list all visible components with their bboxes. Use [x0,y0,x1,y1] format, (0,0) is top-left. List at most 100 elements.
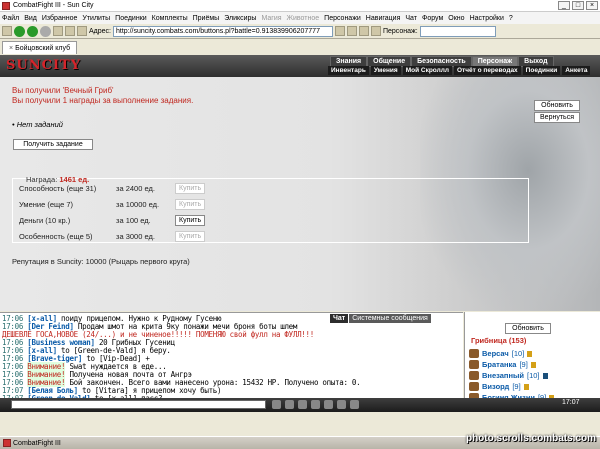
buy-button: Купить [175,199,205,210]
menu-item[interactable]: Эликсиры [224,15,256,22]
address-field[interactable]: http://suncity.combats.com/buttons.pl?ba… [112,25,333,37]
reward-row: Способность (еще 31) за 2400 ед. [19,184,155,193]
app-icon [2,1,10,10]
tools-icon[interactable] [65,26,75,36]
chat-tab[interactable]: Системные сообщения [349,314,431,323]
clan-badge-icon [542,372,548,379]
user-item[interactable]: Визорд [9] [469,381,554,392]
quest-panel: Вы получили 'Вечный Гриб' Вы получили 1 … [0,77,600,311]
sub-nav-item[interactable]: Отчёт о переводах [454,66,521,75]
window-controls: _ □ × [558,1,598,10]
menu-item[interactable]: Персонажи [324,15,361,22]
sub-nav-item[interactable]: Умения [370,66,401,75]
user-name: Визорд [482,382,510,391]
user-item[interactable]: Версач [10] [469,348,554,359]
reward-row-name: Способность (еще 31) [19,184,97,193]
menu-item[interactable]: Навигация [366,15,401,22]
tab-bar: × Бойцовский клуб [0,40,600,54]
menu-item[interactable]: Избранное [42,15,77,22]
menu-item[interactable]: Комплекты [152,15,188,22]
no-tasks-text: • Нет заданий [12,120,63,129]
window-title: CombatFight III - Sun City [13,2,94,9]
sub-nav-item[interactable]: Поединки [522,66,561,75]
app-window: CombatFight III - Sun City _ □ × Файл Вид… [0,0,600,449]
mail-icon[interactable] [370,26,381,36]
reward-line: Награда: 1461 ед. [26,175,89,184]
user-item[interactable]: Внезапный [10] [469,370,554,381]
title-bar: CombatFight III - Sun City _ □ × [0,0,600,12]
forward-icon[interactable] [27,25,38,37]
chat-tabs: Чат Системные сообщения [330,314,431,323]
filter-icon[interactable] [298,400,307,409]
scroll-icon[interactable] [337,400,346,409]
chat-tab[interactable]: Чат [330,314,349,323]
refresh-button[interactable]: Обновить [534,100,580,111]
close-tab-icon[interactable]: × [9,45,13,52]
tab-label: Бойцовский клуб [15,44,71,52]
reward-value: 1461 ед. [59,175,90,184]
menu-item[interactable]: Форум [422,15,443,22]
menu-item[interactable]: ? [509,15,513,22]
message-item-received: Вы получили 'Вечный Гриб' [12,86,114,95]
menu-item[interactable]: Файл [2,15,19,22]
chat-log[interactable]: 17:06 [x-all] поиду прицепом. Нужно к Ру… [0,312,463,399]
room-title: Грибница (153) [471,336,527,345]
user-name: Версач [482,349,509,358]
sub-nav-item[interactable]: Анкета [562,66,591,75]
user-level: [10] [511,349,525,358]
print-icon[interactable] [358,26,369,36]
bookmark-icon[interactable] [346,26,357,36]
menu-item[interactable]: Животное [287,15,320,22]
back-icon[interactable] [14,25,25,37]
buy-button: Купить [175,183,205,194]
settings-icon[interactable] [324,400,333,409]
message-reward-received: Вы получили 1 награды за выполнение зада… [12,96,194,105]
taskbar-app[interactable]: CombatFight III [3,439,61,447]
address-toolbar: Адрес: http://suncity.combats.com/button… [0,24,600,39]
menu-item[interactable]: Поединки [115,15,147,22]
close-button[interactable]: × [586,1,598,10]
home-icon[interactable] [2,26,12,36]
buy-button[interactable]: Купить [175,215,205,226]
character-field[interactable] [419,25,496,37]
sub-nav-item[interactable]: Инвентарь [328,66,369,75]
user-name: Братанка [482,360,517,369]
go-icon[interactable] [334,26,345,36]
menu-item[interactable]: Приёмы [193,15,220,22]
menu-item[interactable]: Вид [24,15,37,22]
watermark: photo.scrolls.combats.com [465,433,596,444]
user-level: [10] [527,371,540,380]
sound-icon[interactable] [311,400,320,409]
back-button[interactable]: Вернуться [534,112,580,123]
reward-row-name: Особенность (еще 5) [19,232,93,241]
menu-item[interactable]: Настройки [470,15,504,22]
clan-badge-icon [530,361,536,368]
user-level: [9] [519,360,528,369]
reward-row-price: за 10000 ед. [116,200,160,209]
sub-nav-item[interactable]: Мой Скроллл [402,66,452,75]
reward-row: Умение (еще 7) за 10000 ед. [19,200,159,209]
reward-row-name: Деньги (10 кр.) [19,216,71,225]
user-avatar-icon [469,371,479,380]
chat-input[interactable] [11,400,266,409]
user-item[interactable]: Братанка [9] [469,359,554,370]
tab-fight-club[interactable]: × Бойцовский клуб [2,41,78,54]
reward-row-name: Умение (еще 7) [19,200,74,209]
maximize-button[interactable]: □ [572,1,584,10]
smiley-icon[interactable] [272,400,281,409]
get-task-button[interactable]: Получить задание [13,139,93,150]
pencil-icon[interactable] [285,400,294,409]
menu-item[interactable]: Утилиты [82,15,110,22]
menu-item[interactable]: Окно [448,15,464,22]
reward-row-price: за 100 ед. [116,216,151,225]
minimize-button[interactable]: _ [558,1,570,10]
reward-row-price: за 2400 ед. [116,184,155,193]
stop-icon[interactable] [40,25,51,37]
attach-icon[interactable] [77,26,87,36]
clear-icon[interactable] [350,400,359,409]
room-panel: Обновить Грибница (153) Версач [10] Братан… [464,312,600,399]
room-refresh-button[interactable]: Обновить [505,323,551,334]
refresh-icon[interactable] [53,26,63,36]
menu-item[interactable]: Чат [405,15,417,22]
menu-item[interactable]: Магия [261,15,281,22]
